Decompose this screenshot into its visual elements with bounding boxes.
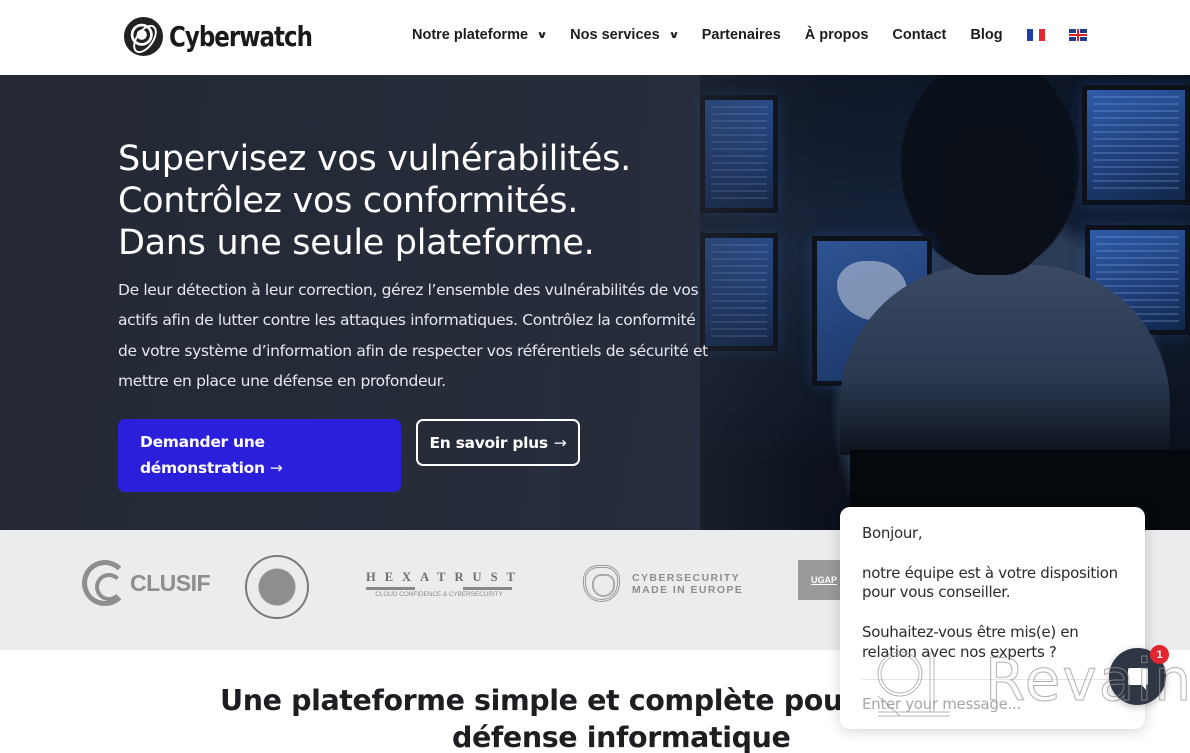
nav-label: Blog bbox=[970, 27, 1003, 43]
person-head-silhouette bbox=[935, 125, 1050, 275]
hero-title-line: Contrôlez vos conformités. bbox=[118, 181, 579, 221]
section-title-line2: défense informatique bbox=[452, 721, 791, 753]
chevron-down-icon: ∨ bbox=[668, 29, 680, 41]
arrow-right-icon: → bbox=[553, 433, 567, 452]
nav-label: Partenaires bbox=[701, 27, 781, 43]
nav-item-notre-plateforme[interactable]: Notre plateforme ∨ bbox=[412, 27, 548, 43]
request-demo-button[interactable]: Demander une démonstration → bbox=[118, 419, 401, 492]
clusif-ring-icon bbox=[82, 560, 128, 606]
arrow-right-icon: → bbox=[269, 459, 283, 477]
nav-label: À propos bbox=[804, 27, 869, 43]
nav-item-partenaires[interactable]: Partenaires bbox=[702, 27, 781, 43]
cyberwatch-logo[interactable]: Cyberwatch bbox=[124, 17, 343, 56]
cybersecurity-made-in-europe-logo: CYBERSECURITY MADE IN EUROPE bbox=[583, 565, 743, 602]
nav-label: Nos services bbox=[570, 27, 660, 43]
armees-francaises-badge: UTILISÉ PAR LES ARMÉES FRANÇAISES bbox=[245, 555, 309, 619]
hexatrust-logo: HEXATRUST CLOUD CONFIDENCE & CYBERSECURI… bbox=[366, 570, 515, 598]
site-header: Cyberwatch Notre plateforme ∨ Nos servic… bbox=[0, 0, 1190, 75]
hero-description: De leur détection à leur correction, gér… bbox=[118, 281, 708, 390]
chat-popup: Bonjour, notre équipe est à votre dispos… bbox=[840, 507, 1145, 729]
clusif-logo: CLUSIF bbox=[82, 560, 211, 606]
shield-icon bbox=[583, 565, 620, 602]
chat-bubble-icon bbox=[1127, 668, 1148, 690]
cyberwatch-logo-icon bbox=[124, 17, 163, 56]
chat-greeting: Bonjour, bbox=[862, 524, 923, 542]
learn-more-label: En savoir plus bbox=[429, 433, 549, 452]
nav-item-nos-services[interactable]: Nos services ∨ bbox=[570, 27, 680, 43]
chat-message-body: notre équipe est à votre disposition pou… bbox=[862, 563, 1118, 602]
chat-message-input[interactable] bbox=[862, 693, 1112, 715]
unread-badge: 1 bbox=[1150, 645, 1169, 664]
clusif-text: CLUSIF bbox=[130, 569, 211, 596]
request-demo-label-line1: Demander une bbox=[140, 433, 265, 451]
flag-fr-icon[interactable] bbox=[1026, 29, 1045, 41]
main-nav: Notre plateforme ∨ Nos services ∨ Parten… bbox=[412, 27, 1111, 43]
hexatrust-title: HEXATRUST bbox=[366, 570, 524, 584]
chevron-down-icon: ∨ bbox=[536, 29, 548, 41]
chat-divider bbox=[862, 679, 1125, 680]
request-demo-label-line2: démonstration bbox=[140, 459, 265, 477]
hero-title-line: Supervisez vos vulnérabilités. bbox=[118, 139, 631, 179]
chat-message: Bonjour, notre équipe est à votre dispos… bbox=[862, 524, 1132, 682]
nav-item-blog[interactable]: Blog bbox=[970, 27, 1002, 43]
chat-message-question: Souhaitez-vous être mis(e) en relation a… bbox=[862, 622, 1079, 661]
flag-uk-icon[interactable] bbox=[1068, 29, 1087, 41]
cyber-europe-line1: CYBERSECURITY bbox=[632, 571, 741, 584]
nav-item-a-propos[interactable]: À propos bbox=[805, 27, 869, 43]
hexatrust-subtitle: CLOUD CONFIDENCE & CYBERSECURITY bbox=[375, 591, 503, 598]
brand-name: Cyberwatch bbox=[169, 20, 313, 53]
nav-label: Notre plateforme bbox=[412, 27, 529, 43]
hero-title-line: Dans une seule plateforme. bbox=[118, 223, 595, 263]
ugap-logo: UGAP bbox=[798, 560, 840, 600]
hero-title: Supervisez vos vulnérabilités. Contrôlez… bbox=[118, 138, 631, 264]
monitor-image bbox=[1082, 85, 1190, 205]
nav-label: Contact bbox=[892, 27, 947, 43]
learn-more-button[interactable]: En savoir plus → bbox=[416, 419, 580, 466]
nav-item-contact[interactable]: Contact bbox=[892, 27, 946, 43]
cyber-europe-line2: MADE IN EUROPE bbox=[632, 583, 744, 596]
